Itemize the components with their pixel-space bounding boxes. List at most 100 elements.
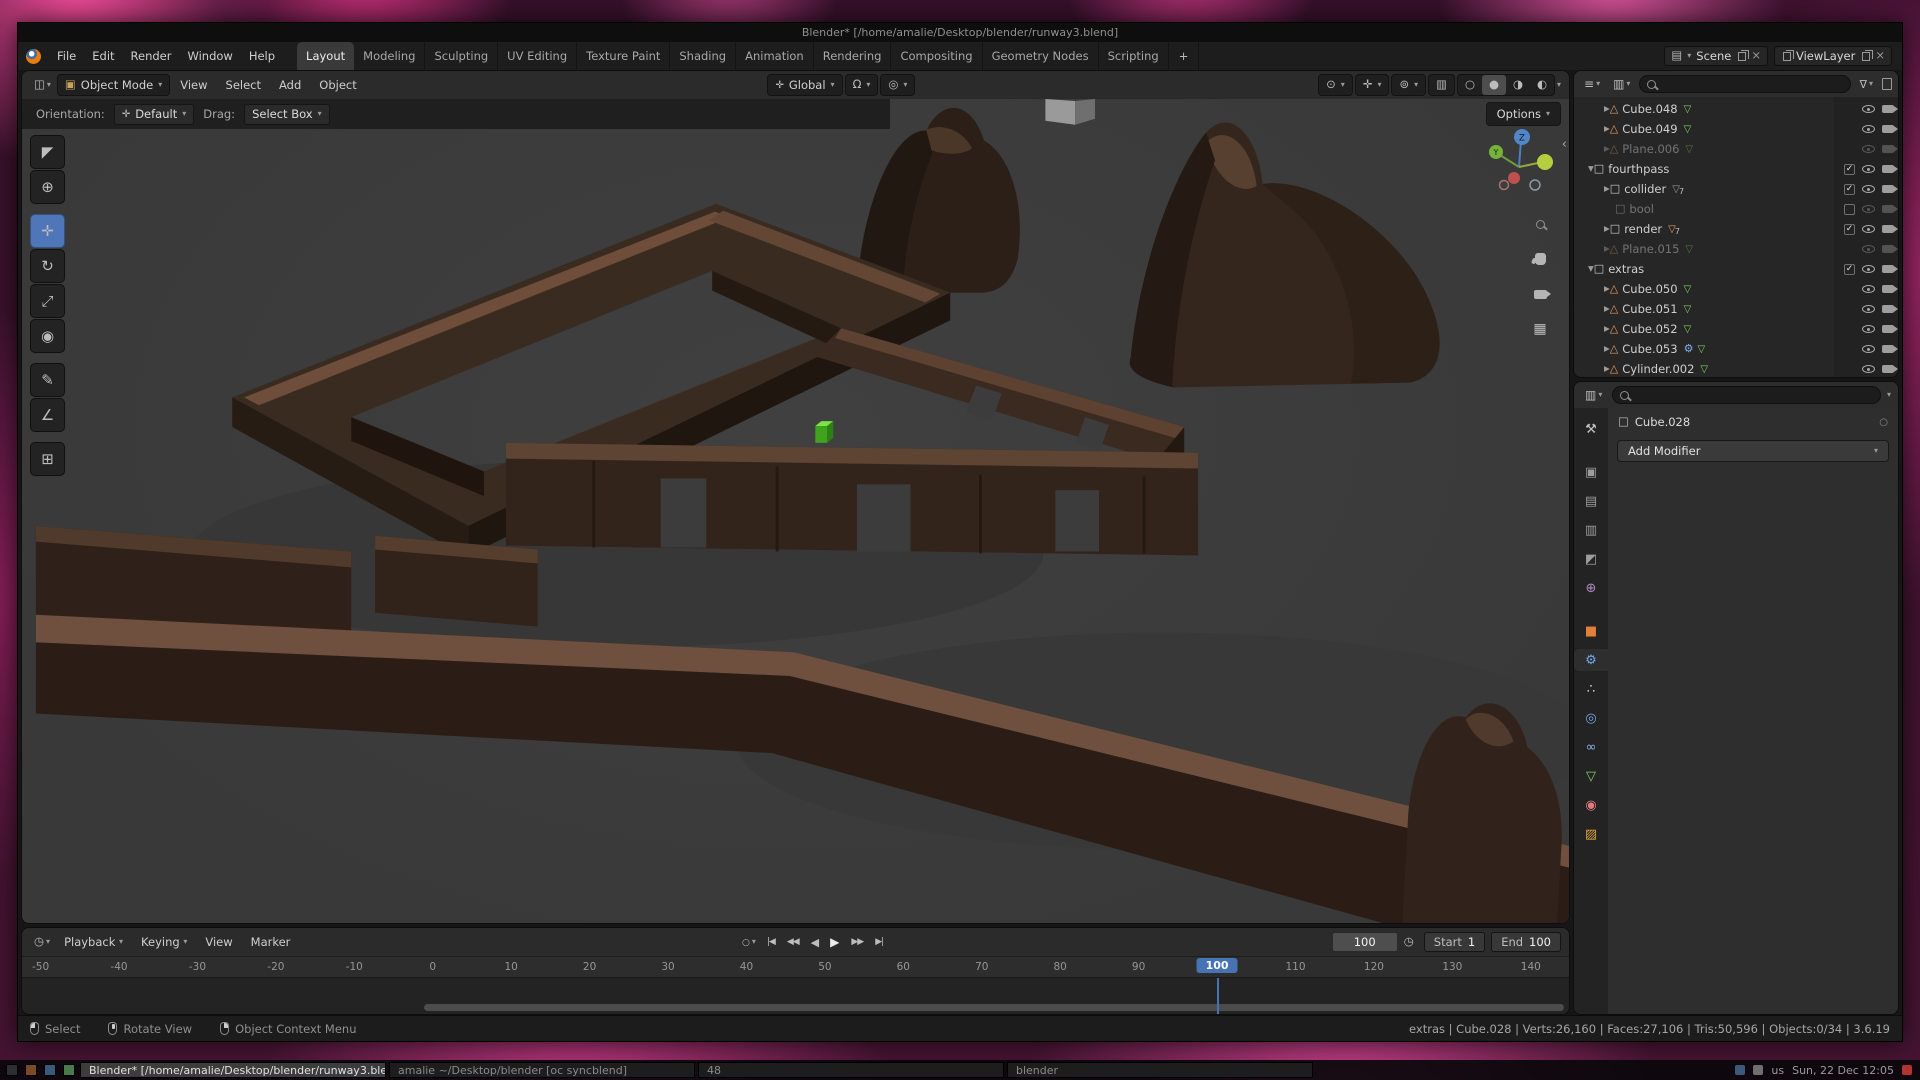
properties-tab-material[interactable] xyxy=(1574,794,1608,816)
workspace-tab-uv-editing[interactable]: UV Editing xyxy=(498,42,577,70)
jump-to-end-button[interactable] xyxy=(870,937,888,947)
properties-tab-object-data[interactable] xyxy=(1574,765,1608,787)
outliner-row[interactable]: Cylinder.002 xyxy=(1574,359,1898,378)
playhead-line[interactable] xyxy=(1217,978,1219,1014)
camera-view-button[interactable] xyxy=(1527,281,1553,307)
properties-tab-particles[interactable] xyxy=(1574,678,1608,700)
properties-tab-constraints[interactable] xyxy=(1574,736,1608,758)
outliner-row[interactable]: Cube.051 xyxy=(1574,299,1898,319)
workspace-tab-layout[interactable]: Layout xyxy=(297,42,354,70)
object-visibility-dropdown[interactable] xyxy=(1318,74,1353,96)
hide-eye-icon[interactable] xyxy=(1862,185,1875,193)
next-keyframe-button[interactable] xyxy=(846,937,868,947)
object-name[interactable]: Cube.049 xyxy=(1622,122,1677,136)
new-scene-icon[interactable] xyxy=(1738,52,1746,61)
taskbar-window-blender2[interactable]: blender xyxy=(1007,1062,1313,1078)
view-layer-selector[interactable]: ViewLayer xyxy=(1774,46,1892,66)
collection-name[interactable]: collider xyxy=(1624,182,1666,196)
disable-render-icon[interactable] xyxy=(1882,165,1894,173)
rotate-tool[interactable] xyxy=(30,249,65,283)
jump-to-start-button[interactable] xyxy=(762,937,780,947)
move-tool[interactable] xyxy=(30,214,65,248)
collapse-sidebar-arrow[interactable]: ‹ xyxy=(1562,137,1567,152)
tray-icon[interactable] xyxy=(1753,1065,1763,1075)
object-name[interactable]: Cube.051 xyxy=(1622,302,1677,316)
object-name[interactable]: Cube.052 xyxy=(1622,322,1677,336)
properties-tab-scene[interactable] xyxy=(1574,548,1608,570)
tray-notification-icon[interactable] xyxy=(1902,1065,1912,1075)
object-name[interactable]: Cube.053 xyxy=(1622,342,1677,356)
new-view-layer-icon[interactable] xyxy=(1862,52,1870,61)
taskbar-launcher-icon[interactable] xyxy=(6,1064,18,1076)
outliner-row[interactable]: render 7 xyxy=(1574,219,1898,239)
disable-render-icon[interactable] xyxy=(1882,365,1894,373)
scene-selector[interactable]: Scene xyxy=(1664,46,1768,66)
collection-name[interactable]: fourthpass xyxy=(1608,162,1669,176)
disable-render-icon[interactable] xyxy=(1882,345,1894,353)
xray-toggle[interactable] xyxy=(1428,74,1455,96)
outliner-search-input[interactable] xyxy=(1639,75,1850,93)
properties-tab-modifiers[interactable] xyxy=(1574,649,1608,671)
outliner-row[interactable]: fourthpass xyxy=(1574,159,1898,179)
shading-material-button[interactable] xyxy=(1506,75,1530,95)
collection-name[interactable]: bool xyxy=(1629,202,1654,216)
outliner-row[interactable]: Cube.048 xyxy=(1574,99,1898,119)
menu-file[interactable]: File xyxy=(49,42,84,70)
hide-eye-icon[interactable] xyxy=(1862,145,1875,153)
shading-rendered-button[interactable] xyxy=(1530,75,1554,95)
properties-search-input[interactable] xyxy=(1612,386,1881,404)
menu-render[interactable]: Render xyxy=(123,42,180,70)
overlays-dropdown[interactable] xyxy=(1391,74,1426,96)
viewport-canvas[interactable]: Orientation: Default Drag: Select Box xyxy=(22,99,1569,923)
workspace-tab-sculpting[interactable]: Sculpting xyxy=(425,42,498,70)
add-cube-tool[interactable] xyxy=(30,442,65,476)
object-name[interactable]: Plane.006 xyxy=(1622,142,1679,156)
view-menu[interactable]: View xyxy=(172,78,215,92)
hide-eye-icon[interactable] xyxy=(1862,245,1875,253)
workspace-tab-compositing[interactable]: Compositing xyxy=(891,42,982,70)
taskbar-window-blender[interactable]: Blender* [/home/amalie/Desktop/blender/r… xyxy=(80,1062,386,1078)
disable-render-icon[interactable] xyxy=(1882,125,1894,133)
outliner-row[interactable]: collider 7 xyxy=(1574,179,1898,199)
frame-start-field[interactable]: Start 1 xyxy=(1424,932,1485,952)
hide-eye-icon[interactable] xyxy=(1862,205,1875,213)
workspace-tab-texture-paint[interactable]: Texture Paint xyxy=(577,42,670,70)
gizmos-dropdown[interactable] xyxy=(1355,74,1390,96)
current-frame-indicator[interactable]: 100 xyxy=(1197,958,1238,973)
hide-eye-icon[interactable] xyxy=(1862,345,1875,353)
disable-render-icon[interactable] xyxy=(1882,285,1894,293)
properties-tab-render[interactable] xyxy=(1574,461,1608,483)
select-menu[interactable]: Select xyxy=(218,78,269,92)
object-name[interactable]: Cylinder.002 xyxy=(1622,362,1694,376)
drag-dropdown[interactable]: Select Box xyxy=(244,104,330,125)
marker-menu[interactable]: Marker xyxy=(243,935,299,949)
workspace-tab-geometry-nodes[interactable]: Geometry Nodes xyxy=(983,42,1099,70)
timeline-ruler[interactable]: -50 -40 -30 -20 -10 0 10 20 30 40 50 60 … xyxy=(22,956,1569,978)
outliner-row[interactable]: Cube.052 xyxy=(1574,319,1898,339)
auto-keying-toggle[interactable] xyxy=(738,936,760,948)
disable-render-icon[interactable] xyxy=(1882,185,1894,193)
disable-render-icon[interactable] xyxy=(1882,325,1894,333)
current-frame-field[interactable]: 100 xyxy=(1332,932,1398,952)
tray-icon[interactable] xyxy=(1735,1065,1745,1075)
add-modifier-button[interactable]: Add Modifier xyxy=(1617,440,1889,462)
collection-name[interactable]: extras xyxy=(1608,262,1644,276)
exclude-checkbox[interactable] xyxy=(1844,224,1855,235)
frame-end-field[interactable]: End 100 xyxy=(1491,932,1561,952)
transform-orientation-dropdown[interactable]: Global xyxy=(767,74,842,96)
hide-eye-icon[interactable] xyxy=(1862,125,1875,133)
add-menu[interactable]: Add xyxy=(271,78,309,92)
timeline-editor-type-button[interactable] xyxy=(30,936,54,948)
measure-tool[interactable] xyxy=(30,398,65,432)
disable-render-icon[interactable] xyxy=(1882,265,1894,273)
editor-type-button[interactable] xyxy=(30,79,55,91)
display-mode-dropdown[interactable] xyxy=(1609,78,1634,90)
object-name[interactable]: Cube.048 xyxy=(1622,102,1677,116)
play-reverse-button[interactable] xyxy=(806,936,823,949)
workspace-tab-rendering[interactable]: Rendering xyxy=(814,42,892,70)
properties-tab-physics[interactable] xyxy=(1574,707,1608,729)
menu-edit[interactable]: Edit xyxy=(84,42,122,70)
options-dropdown[interactable]: Options xyxy=(1486,102,1561,126)
snapping-dropdown[interactable] xyxy=(845,74,879,96)
taskbar-window-48[interactable]: 48 xyxy=(698,1062,1004,1078)
